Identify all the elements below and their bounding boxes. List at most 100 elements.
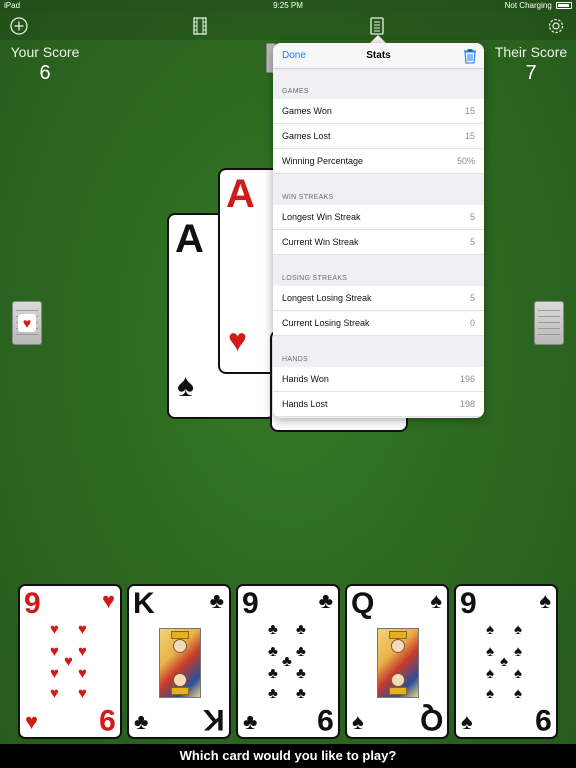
pip: ♠ — [486, 665, 494, 682]
stat-value: 0 — [469, 318, 475, 328]
card-suit: ♥ — [25, 709, 39, 734]
pip: ♠ — [514, 685, 522, 702]
your-score: Your Score 6 — [0, 44, 90, 85]
card-pips: ♥ ♥ ♥ ♥ ♥ ♥ ♥ ♥ ♥ — [48, 622, 94, 702]
prompt-bar: Which card would you like to play? — [0, 744, 576, 768]
pip: ♠ — [486, 643, 494, 660]
card-rank: K — [203, 703, 225, 736]
their-score-label: Their Score — [494, 44, 568, 60]
hand-card-9-spades[interactable]: 9 ♠ ♠ ♠ ♠ ♠ ♠ ♠ ♠ ♠ ♠ ♠ 9 — [454, 584, 558, 739]
pip: ♠ — [486, 685, 494, 702]
card-suit: ♥ — [228, 322, 247, 358]
stat-label: Winning Percentage — [282, 156, 364, 166]
hand-card-queen-spades[interactable]: Q ♠ ♠ Q — [345, 584, 449, 739]
your-score-value: 6 — [39, 62, 51, 84]
card-rank: Q — [419, 703, 443, 736]
pip: ♥ — [50, 665, 59, 682]
pip: ♣ — [296, 665, 306, 682]
stat-label: Current Losing Streak — [282, 318, 370, 328]
face-art — [391, 673, 405, 687]
card-rank: K — [133, 587, 155, 620]
king-face-art — [159, 628, 201, 698]
card-suit: ♥ — [101, 588, 115, 613]
pip: ♥ — [64, 653, 73, 670]
pip: ♥ — [78, 665, 87, 682]
stat-row: Longest Losing Streak 5 — [273, 286, 484, 311]
pip: ♣ — [296, 643, 306, 660]
charging-label: Not Charging — [504, 1, 552, 10]
stats-icon[interactable] — [367, 16, 387, 36]
face-art — [173, 673, 187, 687]
their-score-value: 7 — [525, 62, 537, 84]
stat-label: Games Won — [282, 106, 332, 116]
pip: ♠ — [500, 653, 508, 670]
pip: ♠ — [514, 665, 522, 682]
card-rank: A — [226, 172, 255, 216]
trash-icon[interactable] — [463, 48, 477, 64]
stat-value: 5 — [469, 237, 475, 247]
your-score-label: Your Score — [10, 44, 80, 60]
right-opponent-deck — [534, 301, 564, 345]
stat-row: Games Lost 15 — [273, 124, 484, 149]
card-suit: ♠ — [352, 709, 364, 734]
pip: ♥ — [50, 685, 59, 702]
stat-label: Longest Losing Streak — [282, 293, 372, 303]
pip: ♥ — [50, 621, 59, 638]
stat-row: Games Won 15 — [273, 99, 484, 124]
card-rank: 9 — [317, 703, 334, 736]
card-suit: ♣ — [318, 588, 333, 613]
card-rank: 9 — [460, 587, 477, 620]
pip: ♠ — [514, 643, 522, 660]
card-rank: 9 — [99, 703, 116, 736]
stat-value: 196 — [459, 374, 475, 384]
stat-row: Hands Lost 198 — [273, 392, 484, 417]
stat-row: Current Losing Streak 0 — [273, 311, 484, 336]
pip: ♣ — [268, 643, 278, 660]
stat-value: 15 — [464, 131, 475, 141]
stat-label: Games Lost — [282, 131, 331, 141]
card-suit: ♠ — [539, 588, 551, 613]
face-art — [173, 639, 187, 653]
hand-card-king-clubs[interactable]: K ♣ ♣ K — [127, 584, 231, 739]
stat-value: 5 — [469, 212, 475, 222]
card-rank: Q — [351, 587, 375, 620]
pip: ♣ — [282, 653, 292, 670]
left-opponent-deck: ♥ — [12, 301, 42, 345]
add-icon[interactable] — [9, 16, 29, 36]
stat-row: Longest Win Streak 5 — [273, 205, 484, 230]
pip: ♣ — [268, 621, 278, 638]
deck-lines — [538, 310, 560, 338]
stat-row: Winning Percentage 50% — [273, 149, 484, 174]
battery-icon — [556, 2, 572, 10]
pip: ♥ — [50, 643, 59, 660]
stat-value: 5 — [469, 293, 475, 303]
section-header-games: GAMES — [282, 88, 309, 95]
stat-row: Current Win Streak 5 — [273, 230, 484, 255]
stat-label: Hands Won — [282, 374, 329, 384]
stat-label: Longest Win Streak — [282, 212, 361, 222]
stat-label: Current Win Streak — [282, 237, 359, 247]
hand-card-9-clubs[interactable]: 9 ♣ ♣ ♣ ♣ ♣ ♣ ♣ ♣ ♣ ♣ ♣ 9 — [236, 584, 340, 739]
card-suit: ♠ — [461, 709, 473, 734]
card-suit: ♠ — [430, 588, 442, 613]
stat-value: 15 — [464, 106, 475, 116]
card-rank: 9 — [535, 703, 552, 736]
card-rank: A — [175, 217, 204, 261]
crown-art — [389, 687, 407, 695]
pip: ♣ — [268, 685, 278, 702]
status-bar: iPad 9:25 PM Not Charging — [0, 0, 576, 12]
section-header-losing-streaks: LOSING STREAKS — [282, 275, 348, 282]
crown-art — [171, 631, 189, 639]
card-suit: ♣ — [134, 709, 149, 734]
popover-title: Stats — [366, 50, 391, 61]
hand-card-9-hearts[interactable]: 9 ♥ ♥ ♥ ♥ ♥ ♥ ♥ ♥ ♥ ♥ ♥ 9 — [18, 584, 122, 739]
pip: ♣ — [296, 621, 306, 638]
stat-value: 198 — [459, 399, 475, 409]
their-score: Their Score 7 — [486, 44, 576, 85]
film-icon[interactable] — [190, 16, 210, 36]
stat-row: Hands Won 196 — [273, 367, 484, 392]
card-suit: ♠ — [177, 367, 194, 403]
card-pips: ♣ ♣ ♣ ♣ ♣ ♣ ♣ ♣ ♣ — [266, 622, 312, 702]
gear-icon[interactable] — [546, 16, 566, 36]
card-rank: 9 — [24, 587, 41, 620]
